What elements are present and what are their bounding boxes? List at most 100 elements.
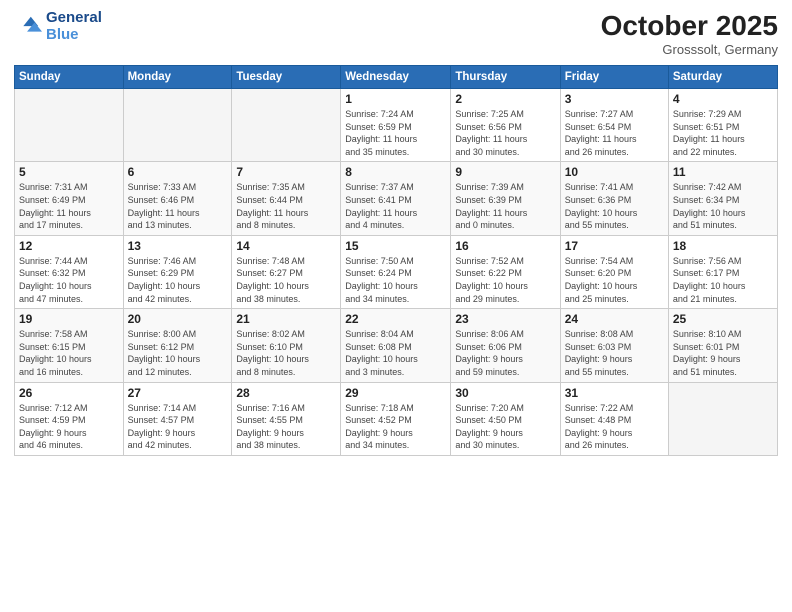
col-header-sunday: Sunday — [15, 66, 124, 89]
day-info: Sunrise: 7:58 AM Sunset: 6:15 PM Dayligh… — [19, 328, 119, 378]
day-number: 30 — [455, 386, 555, 400]
day-number: 22 — [345, 312, 446, 326]
col-header-tuesday: Tuesday — [232, 66, 341, 89]
calendar-week-row: 12 Sunrise: 7:44 AM Sunset: 6:32 PM Dayli… — [15, 235, 778, 308]
calendar-cell: 5Sunrise: 7:31 AM Sunset: 6:49 PM Daylig… — [15, 162, 124, 235]
day-number: 17 — [565, 239, 664, 253]
day-info: Sunrise: 7:29 AM Sunset: 6:51 PM Dayligh… — [673, 108, 773, 158]
day-info: Sunrise: 7:35 AM Sunset: 6:44 PM Dayligh… — [236, 181, 336, 231]
calendar-cell: 20Sunrise: 8:00 AM Sunset: 6:12 PM Dayli… — [123, 309, 232, 382]
day-number: 9 — [455, 165, 555, 179]
logo: General Blue — [14, 10, 102, 43]
day-info: Sunrise: 7:31 AM Sunset: 6:49 PM Dayligh… — [19, 181, 119, 231]
day-info: Sunrise: 8:10 AM Sunset: 6:01 PM Dayligh… — [673, 328, 773, 378]
calendar-cell: 8Sunrise: 7:37 AM Sunset: 6:41 PM Daylig… — [341, 162, 451, 235]
day-number: 7 — [236, 165, 336, 179]
day-number: 14 — [236, 239, 336, 253]
calendar-cell: 16 Sunrise: 7:52 AM Sunset: 6:22 PM Dayli… — [451, 235, 560, 308]
day-info: Sunrise: 7:24 AM Sunset: 6:59 PM Dayligh… — [345, 108, 446, 158]
day-info: Sunrise: 7:41 AM Sunset: 6:36 PM Dayligh… — [565, 181, 664, 231]
day-info: Sunrise: 7:27 AM Sunset: 6:54 PM Dayligh… — [565, 108, 664, 158]
calendar-cell: 23Sunrise: 8:06 AM Sunset: 6:06 PM Dayli… — [451, 309, 560, 382]
calendar-week-row: 1 Sunrise: 7:24 AM Sunset: 6:59 PM Daylig… — [15, 89, 778, 162]
day-number: 24 — [565, 312, 664, 326]
day-number: 19 — [19, 312, 119, 326]
calendar-cell — [15, 89, 124, 162]
day-info: Sunrise: 7:54 AM Sunset: 6:20 PM Dayligh… — [565, 255, 664, 305]
day-number: 1 — [345, 92, 446, 106]
page-container: General Blue October 2025 Grosssolt, Ger… — [0, 0, 792, 612]
day-number: 3 — [565, 92, 664, 106]
day-info: Sunrise: 7:46 AM Sunset: 6:29 PM Dayligh… — [128, 255, 228, 305]
day-info: Sunrise: 7:16 AM Sunset: 4:55 PM Dayligh… — [236, 402, 336, 452]
day-info: Sunrise: 7:56 AM Sunset: 6:17 PM Dayligh… — [673, 255, 773, 305]
day-number: 2 — [455, 92, 555, 106]
calendar-cell: 25 Sunrise: 8:10 AM Sunset: 6:01 PM Dayli… — [668, 309, 777, 382]
logo-icon — [14, 13, 42, 41]
calendar-cell — [232, 89, 341, 162]
calendar-cell: 24 Sunrise: 8:08 AM Sunset: 6:03 PM Dayli… — [560, 309, 668, 382]
day-info: Sunrise: 7:12 AM Sunset: 4:59 PM Dayligh… — [19, 402, 119, 452]
calendar-cell: 29 Sunrise: 7:18 AM Sunset: 4:52 PM Dayli… — [341, 382, 451, 455]
calendar-cell: 26 Sunrise: 7:12 AM Sunset: 4:59 PM Dayli… — [15, 382, 124, 455]
day-number: 23 — [455, 312, 555, 326]
title-block: October 2025 Grosssolt, Germany — [601, 10, 778, 57]
calendar-cell: 9 Sunrise: 7:39 AM Sunset: 6:39 PM Daylig… — [451, 162, 560, 235]
day-info: Sunrise: 7:22 AM Sunset: 4:48 PM Dayligh… — [565, 402, 664, 452]
col-header-monday: Monday — [123, 66, 232, 89]
day-number: 26 — [19, 386, 119, 400]
calendar-cell: 22 Sunrise: 8:04 AM Sunset: 6:08 PM Dayli… — [341, 309, 451, 382]
day-info: Sunrise: 8:00 AM Sunset: 6:12 PM Dayligh… — [128, 328, 228, 378]
day-info: Sunrise: 7:20 AM Sunset: 4:50 PM Dayligh… — [455, 402, 555, 452]
calendar-cell: 3 Sunrise: 7:27 AM Sunset: 6:54 PM Daylig… — [560, 89, 668, 162]
col-header-saturday: Saturday — [668, 66, 777, 89]
calendar-cell: 1 Sunrise: 7:24 AM Sunset: 6:59 PM Daylig… — [341, 89, 451, 162]
calendar-week-row: 5Sunrise: 7:31 AM Sunset: 6:49 PM Daylig… — [15, 162, 778, 235]
location-subtitle: Grosssolt, Germany — [601, 42, 778, 57]
calendar-cell: 19 Sunrise: 7:58 AM Sunset: 6:15 PM Dayli… — [15, 309, 124, 382]
day-number: 27 — [128, 386, 228, 400]
calendar-cell — [668, 382, 777, 455]
logo-text: General Blue — [46, 10, 102, 43]
calendar-header-row: SundayMondayTuesdayWednesdayThursdayFrid… — [15, 66, 778, 89]
day-number: 4 — [673, 92, 773, 106]
day-number: 29 — [345, 386, 446, 400]
day-info: Sunrise: 7:44 AM Sunset: 6:32 PM Dayligh… — [19, 255, 119, 305]
day-number: 16 — [455, 239, 555, 253]
calendar-cell: 14Sunrise: 7:48 AM Sunset: 6:27 PM Dayli… — [232, 235, 341, 308]
day-info: Sunrise: 7:18 AM Sunset: 4:52 PM Dayligh… — [345, 402, 446, 452]
calendar-cell: 10Sunrise: 7:41 AM Sunset: 6:36 PM Dayli… — [560, 162, 668, 235]
calendar-cell: 15 Sunrise: 7:50 AM Sunset: 6:24 PM Dayli… — [341, 235, 451, 308]
day-number: 6 — [128, 165, 228, 179]
day-info: Sunrise: 7:52 AM Sunset: 6:22 PM Dayligh… — [455, 255, 555, 305]
calendar-cell: 13 Sunrise: 7:46 AM Sunset: 6:29 PM Dayli… — [123, 235, 232, 308]
calendar-cell: 7 Sunrise: 7:35 AM Sunset: 6:44 PM Daylig… — [232, 162, 341, 235]
calendar-week-row: 26 Sunrise: 7:12 AM Sunset: 4:59 PM Dayli… — [15, 382, 778, 455]
page-header: General Blue October 2025 Grosssolt, Ger… — [14, 10, 778, 57]
day-info: Sunrise: 8:08 AM Sunset: 6:03 PM Dayligh… — [565, 328, 664, 378]
day-number: 18 — [673, 239, 773, 253]
calendar-cell: 2 Sunrise: 7:25 AM Sunset: 6:56 PM Daylig… — [451, 89, 560, 162]
day-info: Sunrise: 7:39 AM Sunset: 6:39 PM Dayligh… — [455, 181, 555, 231]
calendar-cell: 30 Sunrise: 7:20 AM Sunset: 4:50 PM Dayli… — [451, 382, 560, 455]
calendar-cell: 28 Sunrise: 7:16 AM Sunset: 4:55 PM Dayli… — [232, 382, 341, 455]
day-number: 12 — [19, 239, 119, 253]
day-number: 15 — [345, 239, 446, 253]
day-number: 28 — [236, 386, 336, 400]
col-header-wednesday: Wednesday — [341, 66, 451, 89]
calendar-cell: 21Sunrise: 8:02 AM Sunset: 6:10 PM Dayli… — [232, 309, 341, 382]
day-number: 25 — [673, 312, 773, 326]
day-number: 13 — [128, 239, 228, 253]
day-info: Sunrise: 8:04 AM Sunset: 6:08 PM Dayligh… — [345, 328, 446, 378]
day-info: Sunrise: 7:25 AM Sunset: 6:56 PM Dayligh… — [455, 108, 555, 158]
day-info: Sunrise: 7:50 AM Sunset: 6:24 PM Dayligh… — [345, 255, 446, 305]
day-info: Sunrise: 7:37 AM Sunset: 6:41 PM Dayligh… — [345, 181, 446, 231]
col-header-thursday: Thursday — [451, 66, 560, 89]
calendar-table: SundayMondayTuesdayWednesdayThursdayFrid… — [14, 65, 778, 456]
month-title: October 2025 — [601, 10, 778, 42]
calendar-cell: 4 Sunrise: 7:29 AM Sunset: 6:51 PM Daylig… — [668, 89, 777, 162]
col-header-friday: Friday — [560, 66, 668, 89]
day-number: 31 — [565, 386, 664, 400]
day-number: 11 — [673, 165, 773, 179]
calendar-cell: 6Sunrise: 7:33 AM Sunset: 6:46 PM Daylig… — [123, 162, 232, 235]
